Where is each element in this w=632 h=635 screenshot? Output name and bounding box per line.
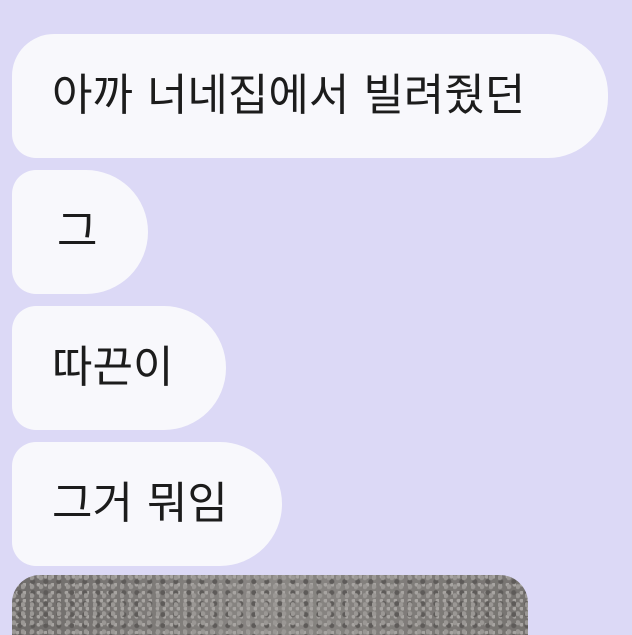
message-bubble[interactable]: 그거 뭐임 [12,442,282,566]
message-bubble[interactable]: 그 [12,170,148,294]
message-bubble[interactable]: 아까 너네집에서 빌려줬던 [12,34,608,158]
photo-message-thumbnail[interactable] [12,575,528,635]
message-bubble[interactable]: 따끈이 [12,306,226,430]
message-text: 그거 뭐임 [52,478,228,529]
message-text: 그 [57,206,98,257]
chat-message-list[interactable]: 아까 너네집에서 빌려줬던 그 따끈이 그거 뭐임 [0,0,632,635]
message-text: 아까 너네집에서 빌려줬던 [52,70,526,121]
message-text: 따끈이 [52,342,174,393]
